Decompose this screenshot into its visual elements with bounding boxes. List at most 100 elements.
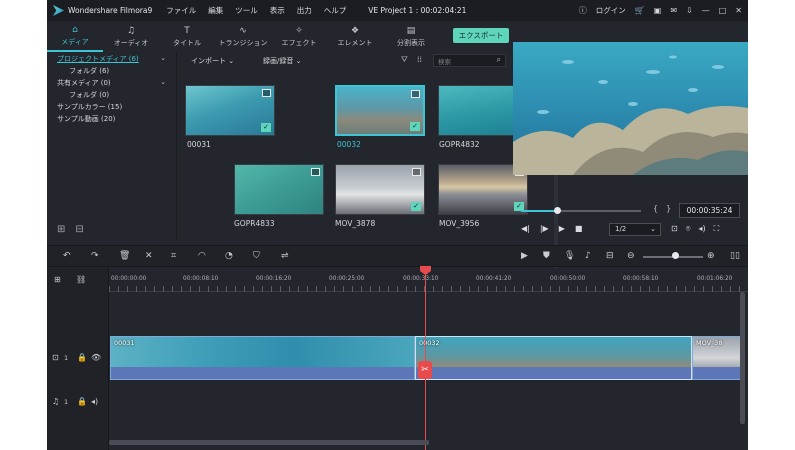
- menu-edit[interactable]: 編集: [208, 5, 223, 16]
- add-folder-icon[interactable]: ⊞: [57, 224, 65, 235]
- track-number: 1: [64, 398, 69, 406]
- media-thumbnail[interactable]: [234, 164, 324, 215]
- menu-export[interactable]: 出力: [297, 5, 312, 16]
- mail-icon[interactable]: ✉: [670, 6, 677, 15]
- browser-toolbar: インポート ⌄ 録画/録音 ⌄ ⛛ ⁞⁞ 検索 ⌕: [177, 52, 512, 69]
- render-icon[interactable]: ▶: [521, 251, 528, 261]
- tab-transitions[interactable]: ∿ トランジション: [215, 22, 271, 52]
- chevron-down-icon[interactable]: ⌄: [160, 54, 166, 62]
- volume-icon[interactable]: ◂): [699, 224, 706, 234]
- mark-in-out-icon[interactable]: {}: [653, 204, 679, 213]
- add-track-icon[interactable]: ⊞: [54, 275, 61, 284]
- redo-icon[interactable]: ↷: [91, 251, 99, 261]
- library-folder[interactable]: フォルダ (6): [69, 66, 109, 76]
- fit-icon[interactable]: ⊟: [606, 251, 614, 261]
- fullscreen-icon[interactable]: ⛶: [714, 224, 720, 234]
- green-screen-icon[interactable]: ⛉: [253, 251, 260, 261]
- delete-icon[interactable]: 🗑: [119, 251, 130, 261]
- split-scissors-icon[interactable]: ✂: [418, 361, 432, 379]
- play-pause-icon[interactable]: |▶: [540, 224, 549, 233]
- chevron-down-icon[interactable]: ⌄: [160, 78, 166, 86]
- speed-icon[interactable]: ◠: [198, 251, 206, 261]
- info-icon[interactable]: ⓘ: [579, 5, 587, 16]
- ruler-tick: 00:00:16:20: [256, 276, 292, 282]
- tab-elements[interactable]: ❖ エレメント: [327, 22, 383, 52]
- timeline-playhead[interactable]: [425, 266, 426, 450]
- quality-value: 1/2: [615, 225, 627, 233]
- speaker-icon[interactable]: ◂): [91, 397, 98, 406]
- maximize-icon[interactable]: □: [719, 6, 727, 15]
- ruler-scale: [109, 286, 748, 292]
- timeline-horizontal-scrollbar[interactable]: [109, 440, 429, 445]
- search-input[interactable]: 検索 ⌕: [433, 54, 506, 67]
- menu-file[interactable]: ファイル: [166, 5, 196, 16]
- zoom-out-icon[interactable]: ⊖: [627, 251, 635, 261]
- import-dropdown[interactable]: インポート ⌄: [191, 56, 234, 66]
- timeline-clip[interactable]: MOV_38: [692, 336, 741, 380]
- tab-audio[interactable]: ♫ オーディオ: [103, 22, 159, 52]
- track-header-empty: [47, 424, 109, 450]
- save-icon[interactable]: ▣: [654, 6, 662, 15]
- library-folder[interactable]: フォルダ (0): [69, 90, 109, 100]
- color-icon[interactable]: ◔: [225, 251, 233, 261]
- media-thumbnail[interactable]: ✓: [335, 85, 425, 136]
- library-project-media[interactable]: プロジェクトメディア (6): [57, 54, 139, 64]
- chevron-down-icon: ⌄: [650, 225, 656, 233]
- export-button[interactable]: エクスポート: [453, 28, 509, 43]
- cut-icon[interactable]: ✕: [145, 251, 153, 261]
- media-thumbnail[interactable]: ✓: [185, 85, 275, 136]
- grid-view-icon[interactable]: ⁞⁞: [417, 55, 422, 64]
- menu-view[interactable]: 表示: [270, 5, 285, 16]
- stop-icon[interactable]: ■: [575, 224, 583, 233]
- lock-icon[interactable]: 🔒: [77, 353, 87, 362]
- adjust-icon[interactable]: ⇌: [281, 251, 289, 261]
- playback-quality-select[interactable]: 1/2 ⌄: [609, 223, 661, 236]
- media-label: 00032: [337, 140, 361, 149]
- tab-effects[interactable]: ✧ エフェクト: [271, 22, 327, 52]
- media-label: 00031: [187, 140, 211, 149]
- download-icon[interactable]: ⇩: [686, 6, 693, 15]
- tab-media[interactable]: ⌂ メディア: [47, 22, 103, 52]
- cart-icon[interactable]: 🛒: [635, 6, 645, 15]
- snapshot-icon[interactable]: ⌾: [686, 224, 691, 234]
- login-link[interactable]: ログイン: [596, 5, 626, 16]
- timeline-clip[interactable]: 00032: [415, 336, 692, 380]
- preview-seek-bar[interactable]: [521, 207, 641, 214]
- preview-frame-image: [513, 42, 748, 175]
- tab-split-screen[interactable]: ▤ 分割表示: [383, 22, 439, 52]
- library-sample-colors[interactable]: サンプルカラー (15): [57, 102, 122, 112]
- library-shared-media[interactable]: 共有メディア (0): [57, 78, 111, 88]
- play-icon[interactable]: ▶: [559, 224, 565, 233]
- seek-progress: [521, 210, 557, 212]
- filter-icon[interactable]: ⛛: [401, 55, 408, 65]
- audio-mixer-icon[interactable]: ♪: [585, 251, 591, 261]
- video-track-header: ⊡ 1 🔒 👁: [47, 336, 109, 380]
- timeline-vertical-scrollbar[interactable]: [740, 292, 745, 424]
- remove-folder-icon[interactable]: ⊟: [75, 224, 83, 235]
- undo-icon[interactable]: ↶: [63, 251, 71, 261]
- tab-titles[interactable]: T タイトル: [159, 22, 215, 52]
- crop-icon[interactable]: ⌗: [171, 251, 176, 261]
- zoom-slider-handle[interactable]: [672, 252, 679, 259]
- minimize-icon[interactable]: —: [702, 6, 710, 15]
- link-icon[interactable]: ⛓: [76, 275, 86, 284]
- library-sample-videos[interactable]: サンプル動画 (20): [57, 114, 115, 124]
- layout-toggle-icon[interactable]: ▯▯: [730, 251, 740, 261]
- zoom-in-icon[interactable]: ⊕: [707, 251, 715, 261]
- eye-icon[interactable]: 👁: [91, 353, 101, 362]
- microphone-icon[interactable]: 🎙: [564, 251, 575, 261]
- render-preview-icon[interactable]: ⊡: [671, 224, 678, 234]
- titlebar-actions: ⓘ ログイン 🛒 ▣ ✉ ⇩ — □ ✕: [579, 0, 742, 21]
- media-thumbnail[interactable]: ✓: [335, 164, 425, 215]
- menu-help[interactable]: ヘルプ: [324, 5, 347, 16]
- marker-icon[interactable]: ⛊: [543, 251, 550, 261]
- menu-tools[interactable]: ツール: [235, 5, 258, 16]
- step-back-icon[interactable]: ◀|: [521, 224, 530, 233]
- record-dropdown[interactable]: 録画/録音 ⌄: [263, 56, 301, 66]
- timeline-clip[interactable]: 00031: [110, 336, 415, 380]
- lock-icon[interactable]: 🔒: [77, 397, 87, 406]
- seek-handle[interactable]: [554, 207, 561, 214]
- ruler-tick: 00:00:41:20: [476, 276, 512, 282]
- tab-label: タイトル: [173, 38, 201, 47]
- close-icon[interactable]: ✕: [735, 6, 742, 15]
